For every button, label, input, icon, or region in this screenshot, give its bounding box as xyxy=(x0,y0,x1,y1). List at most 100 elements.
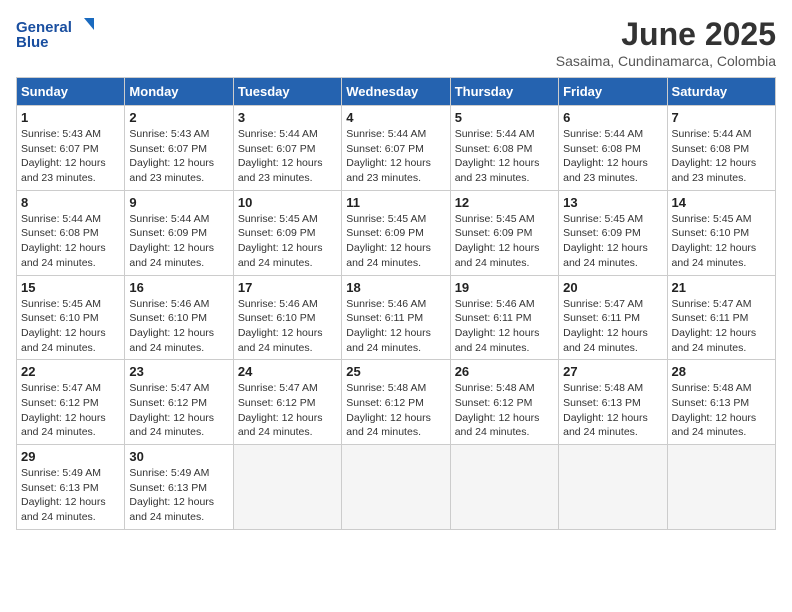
day-detail: Sunrise: 5:47 AMSunset: 6:12 PMDaylight:… xyxy=(21,381,120,440)
table-row: 26 Sunrise: 5:48 AMSunset: 6:12 PMDaylig… xyxy=(450,360,558,445)
day-number: 28 xyxy=(672,364,771,379)
calendar-week-row: 1 Sunrise: 5:43 AMSunset: 6:07 PMDayligh… xyxy=(17,106,776,191)
day-detail: Sunrise: 5:46 AMSunset: 6:10 PMDaylight:… xyxy=(238,297,337,356)
calendar-week-row: 29 Sunrise: 5:49 AMSunset: 6:13 PMDaylig… xyxy=(17,445,776,530)
day-number: 10 xyxy=(238,195,337,210)
day-number: 5 xyxy=(455,110,554,125)
day-detail: Sunrise: 5:48 AMSunset: 6:12 PMDaylight:… xyxy=(455,381,554,440)
table-row: 6 Sunrise: 5:44 AMSunset: 6:08 PMDayligh… xyxy=(559,106,667,191)
table-row: 13 Sunrise: 5:45 AMSunset: 6:09 PMDaylig… xyxy=(559,190,667,275)
day-number: 22 xyxy=(21,364,120,379)
col-thursday: Thursday xyxy=(450,78,558,106)
day-detail: Sunrise: 5:49 AMSunset: 6:13 PMDaylight:… xyxy=(21,466,120,525)
table-row: 24 Sunrise: 5:47 AMSunset: 6:12 PMDaylig… xyxy=(233,360,341,445)
table-row: 19 Sunrise: 5:46 AMSunset: 6:11 PMDaylig… xyxy=(450,275,558,360)
day-detail: Sunrise: 5:48 AMSunset: 6:13 PMDaylight:… xyxy=(672,381,771,440)
day-number: 17 xyxy=(238,280,337,295)
calendar-table: Sunday Monday Tuesday Wednesday Thursday… xyxy=(16,77,776,530)
day-number: 25 xyxy=(346,364,445,379)
day-detail: Sunrise: 5:45 AMSunset: 6:10 PMDaylight:… xyxy=(672,212,771,271)
table-row: 5 Sunrise: 5:44 AMSunset: 6:08 PMDayligh… xyxy=(450,106,558,191)
table-row: 22 Sunrise: 5:47 AMSunset: 6:12 PMDaylig… xyxy=(17,360,125,445)
table-row: 20 Sunrise: 5:47 AMSunset: 6:11 PMDaylig… xyxy=(559,275,667,360)
day-number: 29 xyxy=(21,449,120,464)
day-number: 27 xyxy=(563,364,662,379)
day-number: 9 xyxy=(129,195,228,210)
table-row: 11 Sunrise: 5:45 AMSunset: 6:09 PMDaylig… xyxy=(342,190,450,275)
day-number: 30 xyxy=(129,449,228,464)
table-row: 16 Sunrise: 5:46 AMSunset: 6:10 PMDaylig… xyxy=(125,275,233,360)
day-detail: Sunrise: 5:47 AMSunset: 6:11 PMDaylight:… xyxy=(563,297,662,356)
table-row: 8 Sunrise: 5:44 AMSunset: 6:08 PMDayligh… xyxy=(17,190,125,275)
day-number: 8 xyxy=(21,195,120,210)
day-number: 14 xyxy=(672,195,771,210)
day-detail: Sunrise: 5:48 AMSunset: 6:13 PMDaylight:… xyxy=(563,381,662,440)
day-number: 18 xyxy=(346,280,445,295)
table-row: 10 Sunrise: 5:45 AMSunset: 6:09 PMDaylig… xyxy=(233,190,341,275)
day-number: 11 xyxy=(346,195,445,210)
day-number: 19 xyxy=(455,280,554,295)
table-row: 21 Sunrise: 5:47 AMSunset: 6:11 PMDaylig… xyxy=(667,275,775,360)
day-detail: Sunrise: 5:44 AMSunset: 6:08 PMDaylight:… xyxy=(563,127,662,186)
table-row: 29 Sunrise: 5:49 AMSunset: 6:13 PMDaylig… xyxy=(17,445,125,530)
day-number: 21 xyxy=(672,280,771,295)
table-row: 9 Sunrise: 5:44 AMSunset: 6:09 PMDayligh… xyxy=(125,190,233,275)
day-number: 16 xyxy=(129,280,228,295)
day-detail: Sunrise: 5:43 AMSunset: 6:07 PMDaylight:… xyxy=(129,127,228,186)
day-detail: Sunrise: 5:44 AMSunset: 6:08 PMDaylight:… xyxy=(455,127,554,186)
day-detail: Sunrise: 5:46 AMSunset: 6:11 PMDaylight:… xyxy=(346,297,445,356)
table-row xyxy=(233,445,341,530)
subtitle: Sasaima, Cundinamarca, Colombia xyxy=(556,53,776,69)
title-area: June 2025 Sasaima, Cundinamarca, Colombi… xyxy=(556,16,776,69)
table-row: 25 Sunrise: 5:48 AMSunset: 6:12 PMDaylig… xyxy=(342,360,450,445)
table-row: 28 Sunrise: 5:48 AMSunset: 6:13 PMDaylig… xyxy=(667,360,775,445)
day-detail: Sunrise: 5:47 AMSunset: 6:11 PMDaylight:… xyxy=(672,297,771,356)
day-number: 20 xyxy=(563,280,662,295)
col-wednesday: Wednesday xyxy=(342,78,450,106)
day-detail: Sunrise: 5:45 AMSunset: 6:09 PMDaylight:… xyxy=(346,212,445,271)
page-header: General Blue June 2025 Sasaima, Cundinam… xyxy=(16,16,776,69)
day-detail: Sunrise: 5:44 AMSunset: 6:08 PMDaylight:… xyxy=(672,127,771,186)
day-detail: Sunrise: 5:47 AMSunset: 6:12 PMDaylight:… xyxy=(129,381,228,440)
table-row: 23 Sunrise: 5:47 AMSunset: 6:12 PMDaylig… xyxy=(125,360,233,445)
day-detail: Sunrise: 5:43 AMSunset: 6:07 PMDaylight:… xyxy=(21,127,120,186)
day-detail: Sunrise: 5:44 AMSunset: 6:07 PMDaylight:… xyxy=(238,127,337,186)
day-detail: Sunrise: 5:44 AMSunset: 6:07 PMDaylight:… xyxy=(346,127,445,186)
day-number: 13 xyxy=(563,195,662,210)
month-title: June 2025 xyxy=(556,16,776,53)
col-tuesday: Tuesday xyxy=(233,78,341,106)
day-detail: Sunrise: 5:45 AMSunset: 6:10 PMDaylight:… xyxy=(21,297,120,356)
table-row xyxy=(559,445,667,530)
day-number: 23 xyxy=(129,364,228,379)
day-detail: Sunrise: 5:44 AMSunset: 6:09 PMDaylight:… xyxy=(129,212,228,271)
table-row xyxy=(450,445,558,530)
table-row: 30 Sunrise: 5:49 AMSunset: 6:13 PMDaylig… xyxy=(125,445,233,530)
day-number: 24 xyxy=(238,364,337,379)
calendar-header: Sunday Monday Tuesday Wednesday Thursday… xyxy=(17,78,776,106)
day-number: 12 xyxy=(455,195,554,210)
table-row: 4 Sunrise: 5:44 AMSunset: 6:07 PMDayligh… xyxy=(342,106,450,191)
day-number: 7 xyxy=(672,110,771,125)
table-row: 2 Sunrise: 5:43 AMSunset: 6:07 PMDayligh… xyxy=(125,106,233,191)
table-row: 17 Sunrise: 5:46 AMSunset: 6:10 PMDaylig… xyxy=(233,275,341,360)
day-detail: Sunrise: 5:45 AMSunset: 6:09 PMDaylight:… xyxy=(238,212,337,271)
header-row: Sunday Monday Tuesday Wednesday Thursday… xyxy=(17,78,776,106)
table-row: 12 Sunrise: 5:45 AMSunset: 6:09 PMDaylig… xyxy=(450,190,558,275)
day-number: 6 xyxy=(563,110,662,125)
calendar-week-row: 22 Sunrise: 5:47 AMSunset: 6:12 PMDaylig… xyxy=(17,360,776,445)
table-row: 7 Sunrise: 5:44 AMSunset: 6:08 PMDayligh… xyxy=(667,106,775,191)
day-detail: Sunrise: 5:45 AMSunset: 6:09 PMDaylight:… xyxy=(455,212,554,271)
table-row xyxy=(667,445,775,530)
day-detail: Sunrise: 5:47 AMSunset: 6:12 PMDaylight:… xyxy=(238,381,337,440)
calendar-body: 1 Sunrise: 5:43 AMSunset: 6:07 PMDayligh… xyxy=(17,106,776,530)
table-row xyxy=(342,445,450,530)
logo: General Blue xyxy=(16,16,96,51)
day-detail: Sunrise: 5:49 AMSunset: 6:13 PMDaylight:… xyxy=(129,466,228,525)
day-number: 1 xyxy=(21,110,120,125)
day-detail: Sunrise: 5:44 AMSunset: 6:08 PMDaylight:… xyxy=(21,212,120,271)
table-row: 14 Sunrise: 5:45 AMSunset: 6:10 PMDaylig… xyxy=(667,190,775,275)
day-number: 15 xyxy=(21,280,120,295)
day-number: 2 xyxy=(129,110,228,125)
day-number: 4 xyxy=(346,110,445,125)
calendar-week-row: 8 Sunrise: 5:44 AMSunset: 6:08 PMDayligh… xyxy=(17,190,776,275)
